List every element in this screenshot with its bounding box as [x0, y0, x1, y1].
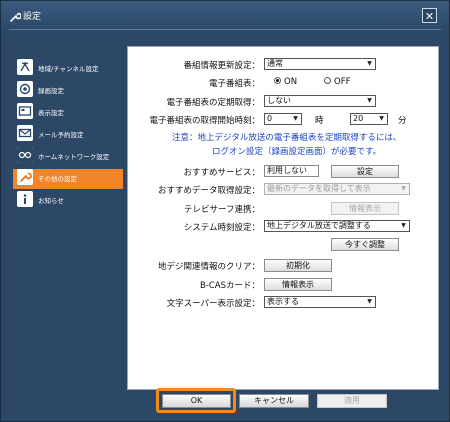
- chevron-down-icon: ▼: [401, 222, 406, 229]
- epg-start-time-label: 電子番組表の取得開始時刻：: [149, 116, 260, 126]
- close-icon: ✕: [424, 10, 435, 23]
- telesurf-label: テレビサーフ連携：: [184, 205, 260, 215]
- epg-periodic-select[interactable]: しない ▼: [264, 95, 376, 107]
- minute-value: 20: [353, 114, 364, 123]
- recommend-settings-button[interactable]: 設定: [331, 165, 399, 178]
- chevron-down-icon: ▼: [401, 185, 406, 192]
- sidebar-item-notice[interactable]: お知らせ: [13, 191, 123, 211]
- recommend-service-value: 利用しない: [267, 166, 307, 175]
- bcas-info-button[interactable]: 情報表示: [264, 278, 332, 291]
- telesurf-info-button[interactable]: 情報表示: [331, 202, 399, 215]
- initialize-button[interactable]: 初期化: [264, 259, 332, 272]
- chevron-down-icon: ▼: [367, 60, 372, 67]
- superimpose-label: 文字スーパー表示設定：: [166, 299, 260, 309]
- bcas-label: B-CASカード：: [199, 281, 260, 291]
- sidebar-item-other-settings[interactable]: その他の設定: [13, 169, 123, 189]
- sidebar-item-label: その他の設定: [38, 175, 77, 183]
- sidebar-item-display[interactable]: 表示設定: [13, 103, 123, 123]
- system-clock-label: システム時刻設定：: [183, 223, 260, 233]
- epg-off-radio[interactable]: OFF: [324, 77, 350, 87]
- epg-update-label: 番組情報更新設定：: [183, 61, 260, 71]
- hour-select[interactable]: 0 ▼: [264, 113, 302, 125]
- title-divider: [9, 29, 441, 30]
- sidebar: 地域/チャンネル設定 録画設定 表示設定 メール予約設定 ホームネットワーク設定…: [13, 59, 123, 213]
- record-icon: [17, 81, 33, 97]
- epg-periodic-value: しない: [267, 96, 291, 105]
- epg-note-line-1: 注意：地上デジタル放送の電子番組表を定期取得するには、: [172, 133, 402, 143]
- sidebar-item-region-channel[interactable]: 地域/チャンネル設定: [13, 59, 123, 79]
- close-button[interactable]: ✕: [422, 8, 437, 23]
- antenna-icon: [17, 59, 33, 75]
- display-icon: [17, 103, 33, 119]
- settings-window: 設定 ✕ 地域/チャンネル設定 録画設定 表示設定 メール予約設定 ホームネット…: [0, 0, 450, 422]
- epg-off-label: OFF: [334, 77, 351, 87]
- recommend-data-label: おすすめデータ取得設定：: [157, 186, 260, 196]
- window-title: 設定: [23, 12, 42, 22]
- chevron-down-icon: ▼: [293, 115, 298, 122]
- epg-periodic-label: 電子番組表の定期取得：: [166, 98, 260, 108]
- ok-button-highlight: [156, 388, 236, 413]
- recommend-data-select[interactable]: 最新のデータを取得して表示 ▼: [264, 183, 410, 195]
- minute-select[interactable]: 20 ▼: [350, 113, 388, 125]
- superimpose-select[interactable]: 表示する ▼: [264, 296, 376, 308]
- network-icon: [17, 147, 33, 163]
- superimpose-value: 表示する: [267, 297, 299, 306]
- epg-on-radio[interactable]: ON: [274, 77, 297, 87]
- cancel-button[interactable]: キャンセル: [239, 394, 309, 408]
- hour-unit: 時: [315, 116, 324, 126]
- hour-value: 0: [267, 114, 273, 123]
- other-settings-panel: 番組情報更新設定： 通常 ▼ 電子番組表： ON OFF 電子番組表の定期取得：…: [127, 46, 439, 390]
- sidebar-item-label: 録画設定: [38, 87, 64, 95]
- clear-info-label: 地デジ関連情報のクリア：: [157, 262, 260, 272]
- adjust-now-button[interactable]: 今すぐ調整: [331, 238, 399, 251]
- minute-unit: 分: [398, 116, 407, 126]
- sidebar-item-mail-reservation[interactable]: メール予約設定: [13, 125, 123, 145]
- recommend-service-label: おすすめサービス：: [183, 168, 260, 178]
- radio-unselected-icon: [324, 77, 331, 84]
- system-clock-value: 地上デジタル放送で調整する: [267, 221, 371, 230]
- mail-icon: [17, 125, 33, 141]
- epg-label: 電子番組表：: [208, 79, 260, 89]
- epg-update-value: 通常: [267, 59, 283, 68]
- sidebar-item-label: 地域/チャンネル設定: [38, 65, 99, 73]
- wrench-icon: [17, 169, 33, 185]
- wrench-icon: [10, 12, 21, 22]
- system-clock-select[interactable]: 地上デジタル放送で調整する ▼: [264, 220, 410, 232]
- sidebar-item-label: メール予約設定: [38, 131, 84, 139]
- epg-on-label: ON: [284, 77, 298, 87]
- chevron-down-icon: ▼: [367, 298, 372, 305]
- epg-note-line-2: ログオン設定（録画設定画面）が必要です。: [212, 147, 382, 157]
- epg-update-select[interactable]: 通常 ▼: [264, 58, 376, 70]
- recommend-data-value: 最新のデータを取得して表示: [267, 184, 371, 193]
- sidebar-item-home-network[interactable]: ホームネットワーク設定: [13, 147, 123, 167]
- apply-button[interactable]: 適用: [317, 394, 387, 408]
- chevron-down-icon: ▼: [379, 115, 384, 122]
- sidebar-item-label: 表示設定: [38, 109, 64, 117]
- sidebar-item-label: お知らせ: [38, 197, 64, 205]
- sidebar-item-label: ホームネットワーク設定: [38, 153, 110, 161]
- chevron-down-icon: ▼: [367, 97, 372, 104]
- info-icon: [17, 191, 33, 207]
- recommend-service-value-box: 利用しない: [264, 165, 319, 177]
- radio-selected-icon: [274, 77, 281, 84]
- sidebar-item-recording[interactable]: 録画設定: [13, 81, 123, 101]
